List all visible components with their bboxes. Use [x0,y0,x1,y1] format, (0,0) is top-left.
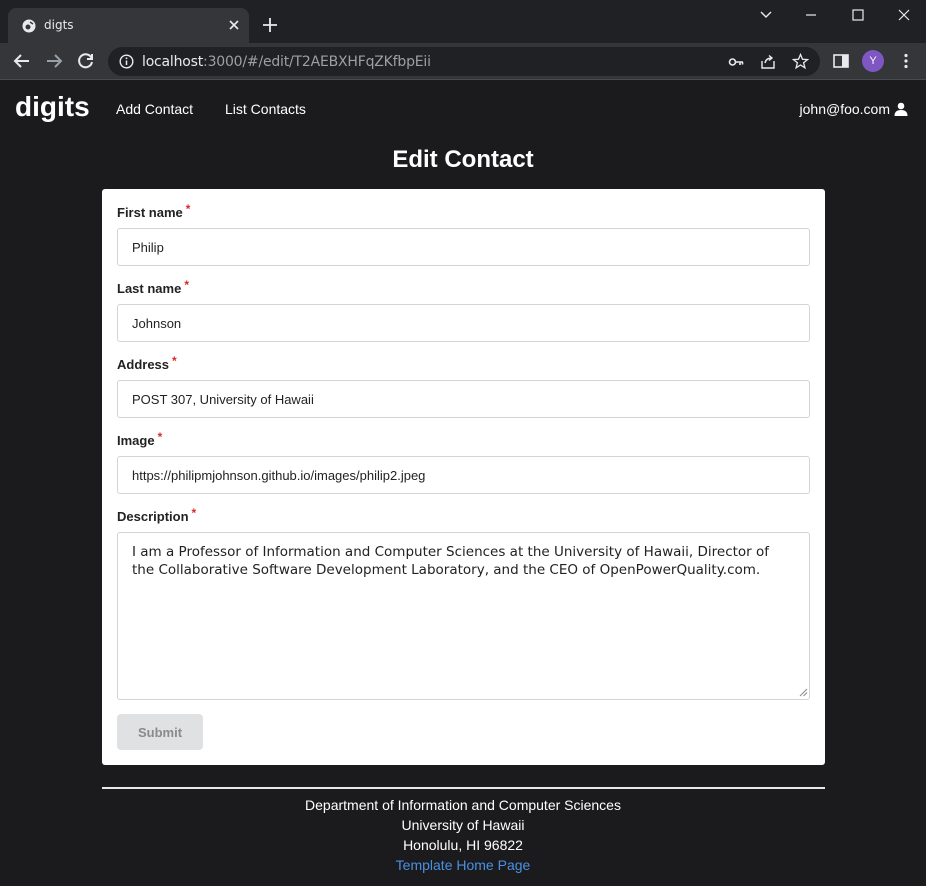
resize-handle-icon[interactable] [799,688,808,697]
user-email: john@foo.com [799,101,890,117]
tab-favicon-icon [22,19,36,33]
first-name-field[interactable] [117,228,810,266]
required-marker: * [184,278,189,292]
profile-avatar[interactable]: Y [862,50,884,72]
side-panel-icon[interactable] [832,52,850,70]
description-label: Description * [117,506,197,524]
forward-arrow-icon[interactable] [45,52,63,70]
app-navbar: digits Add Contact List Contacts john@fo… [0,81,926,137]
address-label: Address * [117,354,177,372]
url-text: localhost:3000/#/edit/T2AEBXHFqZKfbpEii [142,54,431,70]
close-tab-icon[interactable] [226,17,242,33]
browser-tab[interactable]: digts [8,8,249,43]
share-icon[interactable] [760,54,776,70]
nav-list-contacts[interactable]: List Contacts [225,101,306,117]
browser-toolbar: localhost:3000/#/edit/T2AEBXHFqZKfbpEii … [0,43,926,80]
image-label: Image * [117,430,163,448]
footer-link-row: Template Home Page [0,857,926,873]
image-url-field[interactable] [117,456,810,494]
minimize-icon[interactable] [804,8,818,22]
bookmark-star-icon[interactable] [792,53,809,70]
image-label-text: Image [117,433,155,448]
user-menu[interactable]: john@foo.com [800,101,908,117]
address-label-text: Address [117,357,170,372]
required-marker: * [172,354,177,368]
address-bar[interactable]: localhost:3000/#/edit/T2AEBXHFqZKfbpEii [108,47,820,76]
maximize-icon[interactable] [851,8,865,22]
close-window-icon[interactable] [897,8,911,22]
site-info-icon[interactable] [119,54,134,69]
address-field[interactable] [117,380,810,418]
required-marker: * [191,506,197,520]
new-tab-icon[interactable] [262,17,278,33]
description-field[interactable]: I am a Professor of Information and Comp… [117,532,810,700]
url-path: :3000/#/edit/T2AEBXHFqZKfbpEii [203,54,431,70]
edit-contact-form: First name* Last name* Address* Image* D… [102,189,825,765]
required-marker: * [157,430,163,444]
footer-address: Honolulu, HI 96822 [403,837,523,853]
first-name-label: First name * [117,202,191,220]
description-label-text: Description [117,509,189,524]
key-icon[interactable] [728,54,744,70]
submit-button[interactable]: Submit [117,714,203,750]
template-home-link[interactable]: Template Home Page [396,857,531,873]
footer-divider [102,787,825,789]
required-marker: * [185,202,191,216]
page-title: Edit Contact [392,146,534,173]
tab-search-chevron-icon[interactable] [759,8,773,22]
user-icon [894,102,908,116]
back-arrow-icon[interactable] [13,52,31,70]
nav-add-contact[interactable]: Add Contact [116,101,193,117]
footer-university: University of Hawaii [401,817,525,833]
last-name-label: Last name * [117,278,189,296]
tab-title: digts [44,18,74,32]
first-name-label-text: First name [117,205,183,220]
browser-menu-icon[interactable] [897,52,915,70]
browser-tabstrip: digts [0,0,926,43]
url-host: localhost [142,54,204,70]
brand-logo[interactable]: digits [15,91,90,123]
last-name-field[interactable] [117,304,810,342]
reload-icon[interactable] [77,52,95,70]
footer-department: Department of Information and Computer S… [305,797,621,813]
last-name-label-text: Last name [117,281,182,296]
